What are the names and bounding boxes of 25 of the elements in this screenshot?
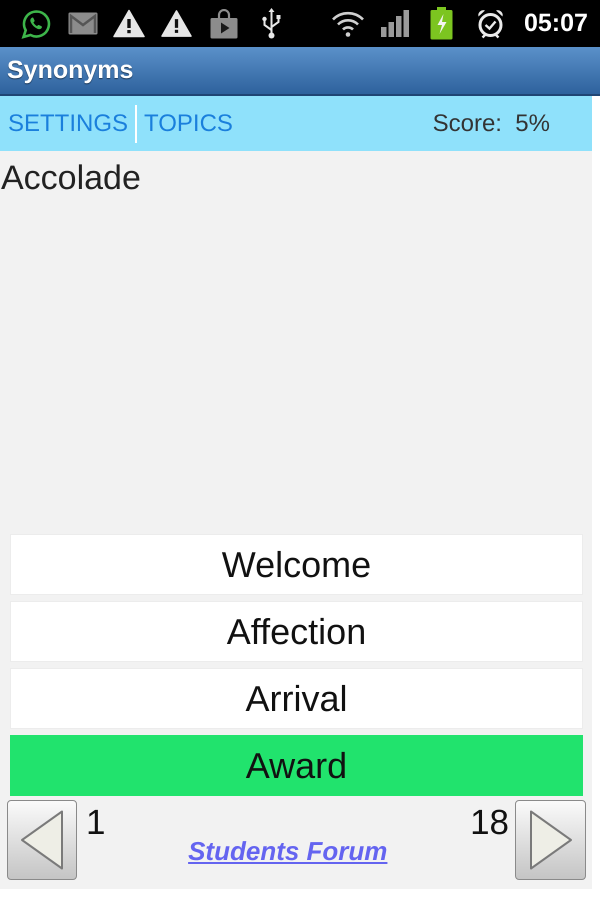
answer-option[interactable]: Welcome <box>10 534 583 595</box>
right-triangle-icon <box>528 810 572 870</box>
wifi-icon <box>331 10 365 37</box>
warning-icon <box>113 9 145 38</box>
left-triangle-icon <box>20 810 64 870</box>
warning-icon <box>161 9 192 38</box>
students-forum-link[interactable]: Students Forum <box>188 838 388 864</box>
battery-charging-icon <box>430 7 453 40</box>
usb-icon <box>260 8 283 39</box>
shopping-bag-play-icon <box>210 8 238 38</box>
question-word: Accolade <box>0 161 141 195</box>
answer-option[interactable]: Affection <box>10 601 583 662</box>
right-number: 18 <box>470 805 509 840</box>
clock-time: 05:07 <box>524 11 588 36</box>
signal-bars-icon <box>381 10 410 37</box>
score-text: Score: 5% <box>432 112 550 136</box>
chat-bubble-phone-icon <box>21 8 52 38</box>
app-title: Synonyms <box>7 58 134 83</box>
answer-option[interactable]: Arrival <box>10 668 583 729</box>
previous-button[interactable] <box>7 800 77 880</box>
next-button[interactable] <box>515 800 586 880</box>
alarm-clock-icon <box>477 8 504 38</box>
answer-option[interactable]: Award <box>10 735 583 796</box>
left-number: 1 <box>86 805 106 840</box>
envelope-icon <box>68 12 98 35</box>
